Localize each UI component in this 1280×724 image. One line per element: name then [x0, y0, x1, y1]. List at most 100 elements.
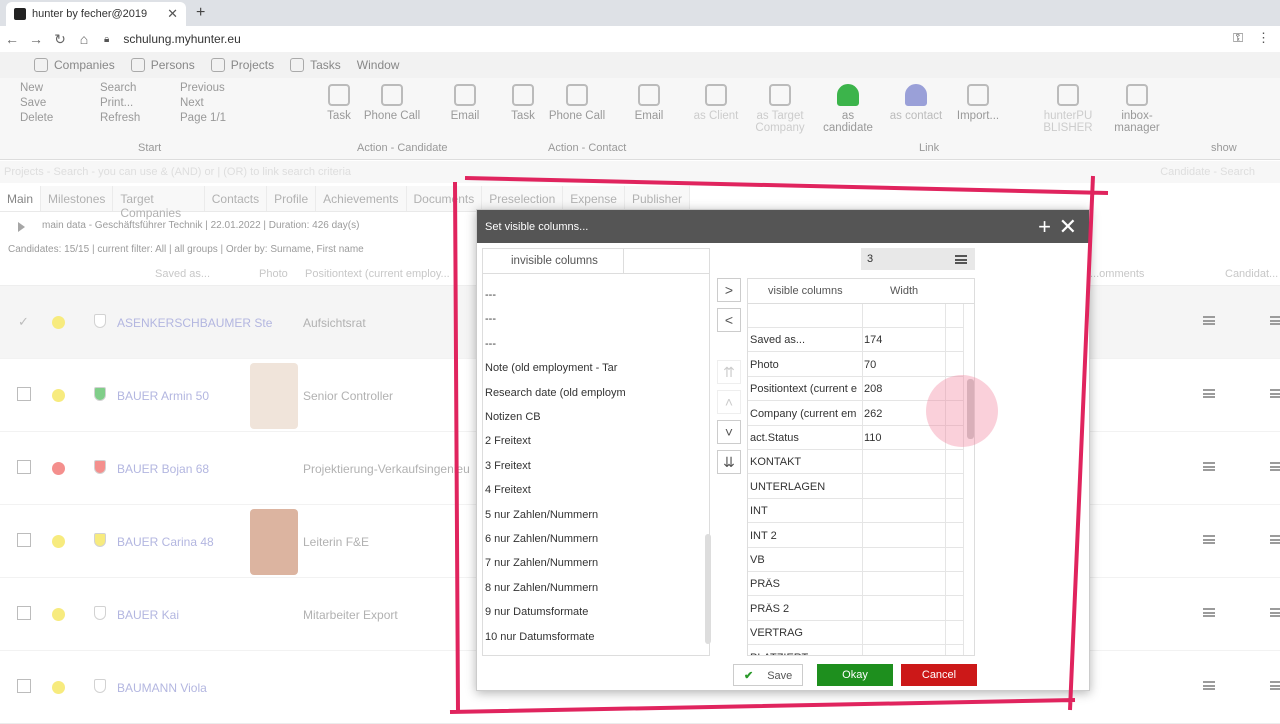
browser-tab[interactable]: hunter by fecher@2019 ✕ [6, 2, 186, 26]
column-width[interactable]: 70 [864, 359, 876, 371]
lock-icon: 🔒︎ [104, 33, 110, 45]
visible-column-row[interactable]: VERTRAG [748, 621, 964, 646]
okay-button[interactable]: Okay [817, 664, 893, 686]
building-icon [705, 84, 727, 106]
as-target-company-button[interactable]: as Target Company [750, 84, 810, 134]
delete-button[interactable]: Delete [20, 112, 53, 124]
invisible-column-item[interactable]: 2 Freitext [485, 435, 625, 447]
nav-tasks[interactable]: Tasks [282, 58, 349, 72]
column-width[interactable]: 110 [864, 432, 882, 444]
invisible-column-item[interactable]: 4 Freitext [485, 484, 625, 496]
as-contact-button[interactable]: as contact [886, 84, 946, 122]
invisible-column-item[interactable]: 8 nur Zahlen/Nummern [485, 582, 625, 594]
nav-companies[interactable]: Companies [26, 58, 123, 72]
count-value: 3 [867, 253, 874, 265]
home-icon[interactable]: ⌂ [72, 31, 96, 47]
visible-column-row[interactable]: INT [748, 499, 964, 524]
invisible-column-item[interactable]: 3 Freitext [485, 460, 625, 472]
invisible-list-scrollbar[interactable] [705, 534, 711, 644]
invisible-column-item[interactable]: --- [485, 338, 625, 350]
save-button[interactable]: ✔ Save [733, 664, 803, 686]
btn-label: Phone Call [548, 110, 606, 122]
refresh-button[interactable]: Refresh [100, 112, 140, 124]
invisible-column-item[interactable]: --- [485, 313, 625, 325]
visible-column-row[interactable]: Saved as... 174 [748, 328, 964, 353]
maximize-icon[interactable]: + [1038, 214, 1051, 240]
visible-column-row[interactable]: Photo 70 [748, 353, 964, 377]
btn-label: Task [327, 110, 351, 122]
new-button[interactable]: New [20, 82, 53, 94]
page-indicator[interactable]: Page 1/1 [180, 112, 226, 124]
print-button[interactable]: Print... [100, 97, 140, 109]
group-label-show: show [1211, 142, 1237, 154]
as-candidate-button[interactable]: as candidate [818, 84, 878, 134]
start-group-1: New Save Delete [20, 82, 53, 124]
frozen-count-field[interactable]: 3 [861, 248, 975, 270]
move-right-button[interactable]: > [717, 278, 741, 302]
invisible-column-item[interactable]: Notizen CB [485, 411, 625, 423]
hamburger-icon[interactable] [955, 255, 967, 264]
next-button[interactable]: Next [180, 97, 226, 109]
invisible-column-item[interactable]: 6 nur Zahlen/Nummern [485, 533, 625, 545]
invisible-column-item[interactable]: Research date (old employm [485, 387, 625, 399]
back-icon[interactable]: ← [0, 31, 24, 47]
move-left-button[interactable]: < [717, 308, 741, 332]
task-candidate-button[interactable]: Task [309, 84, 369, 122]
search-button[interactable]: Search [100, 82, 140, 94]
invisible-column-item[interactable]: 9 nur Datumsformate [485, 606, 625, 618]
save-button[interactable]: Save [20, 97, 53, 109]
reload-icon[interactable]: ↻ [48, 31, 72, 48]
move-down-button[interactable]: ˅ [717, 420, 741, 444]
column-name: KONTAKT [750, 456, 802, 469]
more-icon[interactable]: ⋮ [1257, 30, 1270, 46]
invisible-column-item[interactable]: 5 nur Zahlen/Nummern [485, 509, 625, 521]
visible-column-row[interactable] [748, 304, 964, 328]
nav-projects[interactable]: Projects [203, 58, 282, 72]
url-field[interactable]: schulung.myhunter.eu [123, 32, 240, 46]
move-up-button[interactable]: ˄ [717, 390, 741, 414]
column-name: INT 2 [750, 529, 777, 542]
forward-icon[interactable]: → [24, 31, 48, 47]
visible-column-row[interactable]: UNTERLAGEN [748, 475, 964, 499]
task-contact-button[interactable]: Task [493, 84, 553, 122]
phone-candidate-button[interactable]: Phone Call [362, 84, 422, 122]
email-contact-button[interactable]: Email [619, 84, 679, 122]
as-client-button[interactable]: as Client [686, 84, 746, 122]
move-top-button[interactable]: ⇈ [717, 360, 741, 384]
invisible-column-item[interactable]: 7 nur Zahlen/Nummern [485, 557, 625, 569]
btn-label: as contact [889, 110, 943, 122]
email-candidate-button[interactable]: Email [435, 84, 495, 122]
column-width[interactable]: 262 [864, 408, 882, 420]
inbox-manager-button[interactable]: inbox-manager [1107, 84, 1167, 134]
visible-column-row[interactable]: INT 2 [748, 524, 964, 548]
move-bottom-button[interactable]: ⇊ [717, 450, 741, 474]
previous-button[interactable]: Previous [180, 82, 226, 94]
close-icon[interactable]: ✕ [1059, 214, 1077, 240]
invisible-column-item[interactable]: 10 nur Datumsformate [485, 631, 625, 643]
cancel-button[interactable]: Cancel [901, 664, 977, 686]
visible-column-row[interactable]: VB [748, 548, 964, 572]
nav-persons[interactable]: Persons [123, 58, 203, 72]
visible-column-row[interactable]: PRÄS [748, 572, 964, 597]
new-tab-icon[interactable]: + [196, 4, 205, 22]
width-header-label: Width [890, 285, 919, 297]
visible-columns-table[interactable]: visible columns Width Saved as... 174 Phot… [747, 278, 975, 656]
key-icon[interactable]: ⚿ [1233, 30, 1243, 46]
hunterpublisher-button[interactable]: hunterPU BLISHER [1038, 84, 1098, 134]
tab-title: hunter by fecher@2019 [32, 8, 148, 20]
phone-contact-button[interactable]: Phone Call [547, 84, 607, 122]
invisible-columns-list[interactable]: invisible columns --- --- --- Note (old emp… [482, 248, 711, 656]
import-button[interactable]: Import... [948, 84, 1008, 122]
visible-column-row[interactable]: KONTAKT [748, 450, 964, 475]
invisible-column-item[interactable]: Note (old employment - Tar [485, 362, 625, 374]
column-width[interactable]: 174 [864, 334, 882, 346]
favicon-icon [14, 8, 26, 20]
inv-header-label: invisible columns [511, 255, 598, 267]
visible-column-row[interactable]: PRÄS 2 [748, 597, 964, 621]
visible-column-row[interactable]: PLATZIERT [748, 646, 964, 655]
column-width[interactable]: 208 [864, 383, 882, 395]
close-tab-icon[interactable]: ✕ [167, 6, 178, 22]
upload-icon [1057, 84, 1079, 106]
invisible-column-item[interactable]: --- [485, 289, 625, 301]
nav-window[interactable]: Window [349, 58, 408, 72]
